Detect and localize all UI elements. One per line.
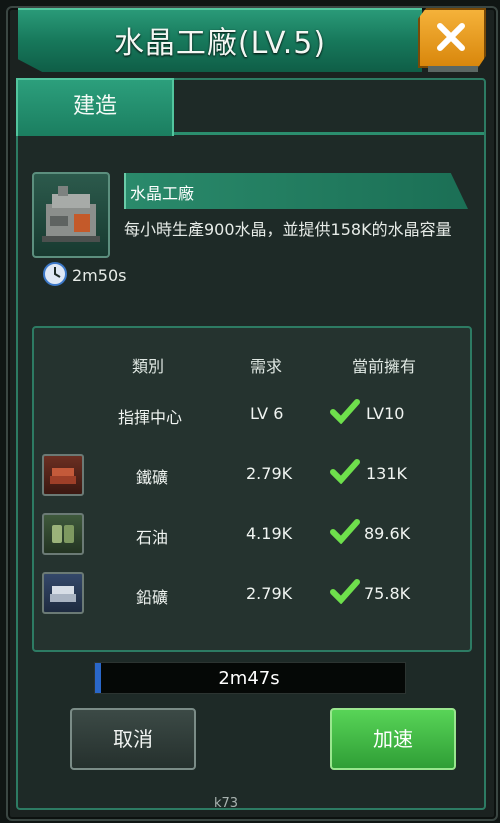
- tab-build[interactable]: 建造: [16, 78, 174, 136]
- row-need: LV 6: [250, 404, 284, 423]
- lead-ore-icon: [42, 572, 84, 614]
- build-time: 2m50s: [72, 266, 127, 285]
- corner-decoration: [428, 66, 478, 72]
- header-have: 當前擁有: [352, 357, 417, 376]
- row-need: 2.79K: [246, 584, 293, 603]
- row-category: 石油: [136, 528, 169, 547]
- iron-ore-icon: [42, 454, 84, 496]
- window-title: 水晶工廠(LV.5): [113, 26, 327, 61]
- row-have: 75.8K: [364, 584, 411, 603]
- close-icon: [437, 23, 465, 51]
- close-button[interactable]: [418, 8, 486, 68]
- building-name: 水晶工廠: [130, 184, 195, 203]
- cancel-button[interactable]: 取消: [70, 708, 196, 770]
- row-category: 指揮中心: [118, 408, 183, 427]
- oil-icon: [42, 513, 84, 555]
- watermark-text: k73: [214, 796, 239, 811]
- row-category: 鐵礦: [136, 468, 169, 487]
- header-category: 類別: [132, 357, 165, 376]
- row-have: LV10: [366, 404, 405, 423]
- checkmark-icon: [330, 519, 360, 544]
- building-description: 每小時生產900水晶，並提供158K的水晶容量: [124, 220, 452, 239]
- clock-icon: [43, 262, 67, 286]
- header-need: 需求: [250, 357, 283, 376]
- checkmark-icon: [330, 579, 360, 604]
- checkmark-icon: [330, 399, 360, 424]
- progress-time: 2m47s: [218, 668, 280, 689]
- row-need: 2.79K: [246, 464, 293, 483]
- row-category: 鉛礦: [136, 588, 169, 607]
- crystal-factory-icon: [32, 172, 110, 258]
- checkmark-icon: [330, 459, 360, 484]
- row-have: 89.6K: [364, 524, 411, 543]
- row-need: 4.19K: [246, 524, 293, 543]
- speed-up-button[interactable]: 加速: [330, 708, 456, 770]
- row-have: 131K: [366, 464, 408, 483]
